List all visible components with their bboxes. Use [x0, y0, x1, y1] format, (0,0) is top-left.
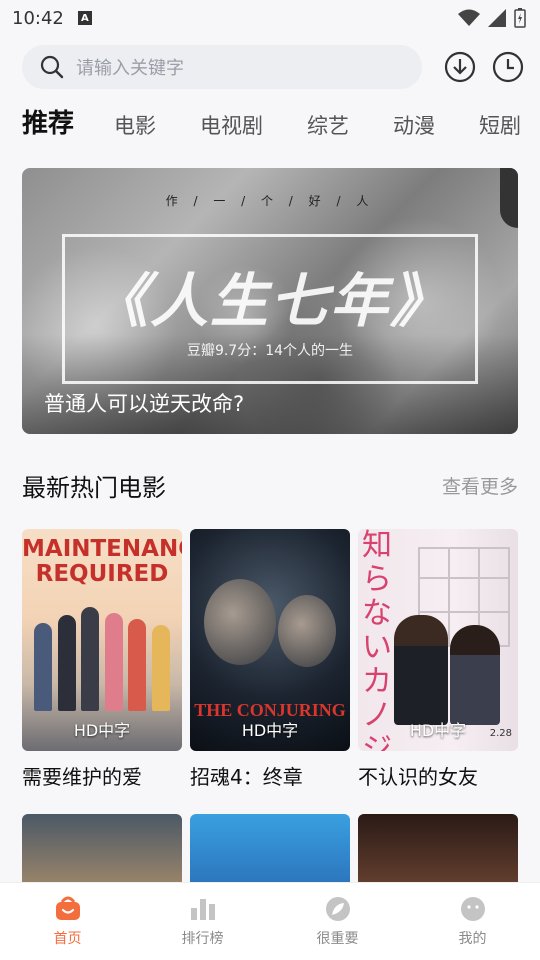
top-bar: 请输入关键字: [0, 36, 540, 92]
search-bar[interactable]: 请输入关键字: [22, 45, 422, 89]
movie-title[interactable]: 不认识的女友: [358, 761, 518, 790]
hd-badge: HD中字: [241, 721, 299, 740]
ranking-icon: [190, 898, 215, 920]
home-icon: [55, 896, 80, 920]
search-icon: [40, 55, 64, 79]
nav-important-label: 很重要: [316, 930, 359, 947]
movie-card[interactable]: 知らないカノジョ 2.28 HD中字 不认识的女友: [358, 529, 518, 790]
banner-subtitle: 豆瓣9.7分：14个人的一生: [186, 343, 354, 359]
poster-figure: [57, 615, 76, 711]
nav-ranking[interactable]: 排行榜: [135, 883, 270, 960]
nav-home-label: 首页: [53, 930, 82, 947]
poster-figure: [104, 613, 123, 711]
poster-figure: [34, 623, 52, 711]
poster-title-text: MAINTENANCE REQUIRED: [22, 536, 182, 587]
poster-figure: [394, 615, 448, 725]
banner-caption: 普通人可以逆天改命?: [44, 392, 245, 416]
poster-figure: [128, 619, 147, 711]
poster-figure: [151, 625, 170, 711]
poster-figure: [450, 625, 500, 725]
tab-variety[interactable]: 综艺: [307, 110, 349, 150]
tab-movies[interactable]: 电影: [114, 110, 156, 150]
nav-important[interactable]: 很重要: [270, 883, 405, 960]
poster-face: [204, 579, 276, 665]
section-header: 最新热门电影 查看更多: [0, 468, 540, 503]
hd-badge: HD中字: [73, 721, 131, 740]
movie-title[interactable]: 需要维护的爱: [22, 761, 182, 790]
nav-home[interactable]: 首页: [0, 883, 135, 960]
category-tabs: 推荐 电影 电视剧 综艺 动漫 短剧: [0, 92, 540, 150]
tab-tv-series[interactable]: 电视剧: [200, 110, 263, 150]
battery-icon: [514, 8, 526, 28]
movie-card[interactable]: MAINTENANCE REQUIRED HD中字 需要维护的爱: [22, 529, 182, 790]
nav-profile-label: 我的: [458, 930, 487, 947]
movie-grid: MAINTENANCE REQUIRED HD中字 需要维护的爱 THE CON…: [0, 529, 540, 790]
signal-icon: [488, 9, 506, 27]
poster-face: [278, 595, 336, 667]
nav-profile[interactable]: 我的: [405, 883, 540, 960]
hd-badge: HD中字: [409, 721, 467, 740]
section-title: 最新热门电影: [22, 474, 166, 502]
poster-figures: [34, 601, 170, 711]
leaf-icon: [325, 896, 350, 921]
nav-ranking-label: 排行榜: [181, 930, 224, 947]
notification-a-icon: A: [77, 11, 92, 25]
movie-title[interactable]: 招魂4：终章: [190, 761, 350, 790]
status-time: 10:42: [12, 7, 64, 29]
tab-anime[interactable]: 动漫: [393, 110, 435, 150]
status-bar: 10:42 A: [0, 0, 540, 36]
banner-kicker: 作 / 一 / 个 / 好 / 人: [165, 194, 375, 208]
movie-poster[interactable]: 知らないカノジョ 2.28 HD中字: [358, 529, 518, 751]
movie-poster[interactable]: THE CONJURING HD中字: [190, 529, 350, 751]
movie-poster[interactable]: MAINTENANCE REQUIRED HD中字: [22, 529, 182, 751]
poster-figure: [81, 607, 100, 711]
see-more-link[interactable]: 查看更多: [442, 472, 518, 499]
history-clock-icon[interactable]: [492, 51, 524, 83]
search-placeholder: 请输入关键字: [76, 58, 184, 79]
tab-recommend[interactable]: 推荐: [22, 103, 74, 150]
movie-card[interactable]: THE CONJURING HD中字 招魂4：终章: [190, 529, 350, 790]
profile-icon: [460, 896, 485, 921]
wifi-icon: [458, 9, 480, 26]
featured-banner[interactable]: 作 / 一 / 个 / 好 / 人 《人生七年》 豆瓣9.7分：14个人的一生 …: [22, 168, 518, 434]
bottom-nav: 首页 排行榜 很重要 我的: [0, 882, 540, 960]
banner-title: 《人生七年》: [89, 267, 450, 335]
tab-short-drama[interactable]: 短剧: [479, 110, 521, 150]
download-icon[interactable]: [444, 51, 476, 83]
